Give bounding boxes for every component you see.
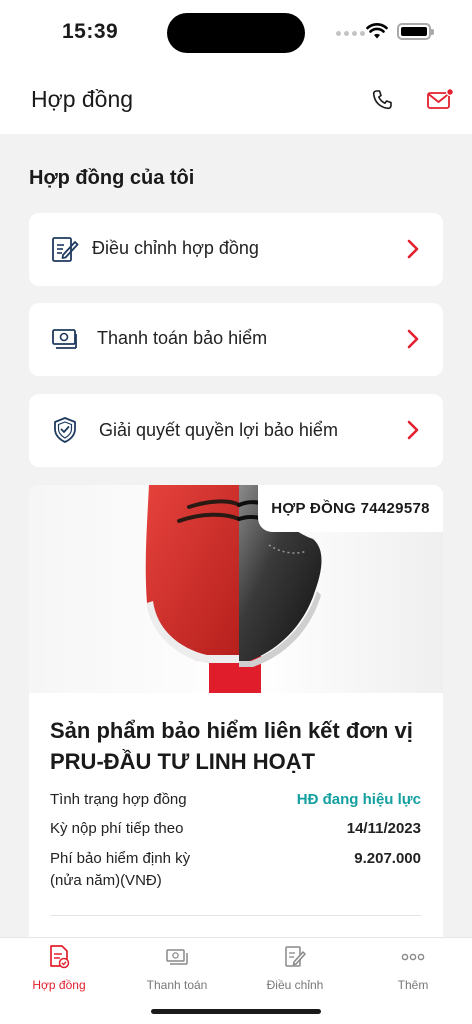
contract-card[interactable]: HỢP ĐỒNG 74429578 Sản phẩm bảo hiểm liên… (29, 485, 443, 937)
menu-item-label: Điều chỉnh hợp đồng (92, 238, 259, 258)
tab-label: Thêm (397, 978, 429, 992)
chevron-right-icon (407, 329, 419, 349)
more-icon (401, 953, 425, 961)
mail-button[interactable] (424, 84, 456, 116)
menu-item-claims[interactable]: Giải quyết quyền lợi bảo hiểm (29, 394, 443, 467)
shield-check-icon (54, 417, 76, 443)
edit-document-icon (285, 946, 306, 967)
phone-button[interactable] (366, 84, 398, 116)
contract-number-badge: HỢP ĐỒNG 74429578 (258, 485, 443, 532)
menu-item-label: Giải quyết quyền lợi bảo hiểm (99, 420, 338, 440)
payment-icon (52, 329, 77, 349)
status-time: 15:39 (62, 20, 119, 43)
row-label: Tình trạng hợp đồng (50, 791, 187, 808)
chevron-right-icon (407, 239, 419, 259)
tab-payment[interactable]: Thanh toán (118, 938, 236, 998)
divider (50, 915, 421, 916)
mail-notification-icon (427, 87, 455, 109)
tab-label: Điều chỉnh (266, 978, 324, 992)
next-payment-date: 14/11/2023 (346, 820, 421, 837)
contract-icon (50, 945, 70, 969)
product-title: Sản phẩm bảo hiểm liên kết đơn vị PRU-ĐẦ… (50, 718, 413, 774)
home-indicator[interactable] (151, 1009, 321, 1014)
battery-icon (397, 23, 434, 40)
premium-amount: 9.207.000 (354, 850, 421, 867)
contract-edit-icon (52, 237, 79, 262)
wifi-icon (366, 23, 388, 39)
tab-adjust[interactable]: Điều chỉnh (236, 938, 354, 998)
tab-contract[interactable]: Hợp đồng (0, 938, 118, 998)
dynamic-island (167, 13, 305, 53)
payment-icon (166, 949, 188, 965)
contract-status-value: HĐ đang hiệu lực (296, 791, 421, 808)
status-bar: 15:39 (0, 0, 472, 66)
menu-item-label: Thanh toán bảo hiểm (97, 328, 268, 348)
tab-more[interactable]: Thêm (354, 938, 472, 998)
menu-item-adjust-contract[interactable]: Điều chỉnh hợp đồng (29, 213, 443, 286)
menu-item-insurance-payment[interactable]: Thanh toán bảo hiểm (29, 303, 443, 376)
chevron-right-icon (407, 420, 419, 440)
tab-label: Hợp đồng (32, 978, 86, 992)
page-title: Hợp đồng (31, 86, 134, 112)
cellular-signal-icon (336, 31, 365, 36)
phone-icon (372, 90, 392, 110)
contract-banner-image: HỢP ĐỒNG 74429578 (29, 485, 443, 693)
row-label: Phí bảo hiểm định kỳ (nửa năm)(VNĐ) (50, 850, 191, 889)
row-label: Kỳ nộp phí tiếp theo (50, 820, 184, 837)
tab-label: Thanh toán (146, 978, 208, 992)
app-header: Hợp đồng (0, 66, 472, 134)
section-title: Hợp đồng của tôi (29, 167, 195, 189)
